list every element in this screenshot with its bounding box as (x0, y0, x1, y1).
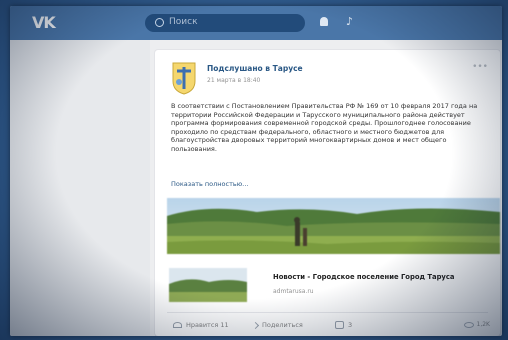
post-text: В соответствии с Постановлением Правител… (171, 102, 478, 153)
views-counter: 1,2K (463, 321, 490, 328)
comment-icon (335, 321, 344, 329)
post-author-name[interactable]: Подслушано в Тарусе (207, 64, 303, 73)
share-button[interactable]: Поделиться (251, 321, 303, 329)
wall-post: Подслушано в Тарусе 21 марта в 18:40 •••… (155, 50, 500, 336)
like-button[interactable]: Нравится 11 (173, 321, 229, 329)
like-label: Нравится (186, 321, 219, 329)
share-icon (251, 321, 260, 329)
comment-count: 3 (348, 321, 353, 329)
actions-divider (167, 312, 488, 313)
notifications-bell-icon[interactable] (320, 17, 328, 26)
more-options-icon[interactable]: ••• (472, 62, 488, 72)
like-count: 11 (220, 321, 229, 329)
browser-screen: VK Поиск ♪ Подслушано в Тарусе 21 марта … (10, 6, 502, 336)
link-title[interactable]: Новости - Городское поселение Город Тару… (273, 273, 493, 281)
left-sidebar (10, 40, 150, 336)
post-photo[interactable] (167, 198, 500, 254)
search-input[interactable]: Поиск (145, 14, 305, 32)
search-icon (155, 18, 164, 27)
comment-button[interactable]: 3 (335, 321, 352, 329)
share-label: Поделиться (262, 321, 303, 329)
top-navigation-bar: VK Поиск ♪ (10, 6, 502, 40)
link-domain[interactable]: admtarusa.ru (273, 288, 314, 295)
heart-icon (173, 322, 182, 328)
eye-icon (463, 321, 474, 328)
show-more-link[interactable]: Показать полностью… (171, 180, 249, 188)
coat-of-arms-avatar[interactable] (171, 61, 197, 95)
views-count: 1,2K (476, 321, 490, 328)
music-note-icon[interactable]: ♪ (346, 16, 355, 28)
search-placeholder: Поиск (169, 17, 198, 27)
vk-logo[interactable]: VK (32, 13, 56, 32)
link-thumbnail[interactable] (169, 268, 247, 302)
post-date[interactable]: 21 марта в 18:40 (207, 77, 260, 84)
